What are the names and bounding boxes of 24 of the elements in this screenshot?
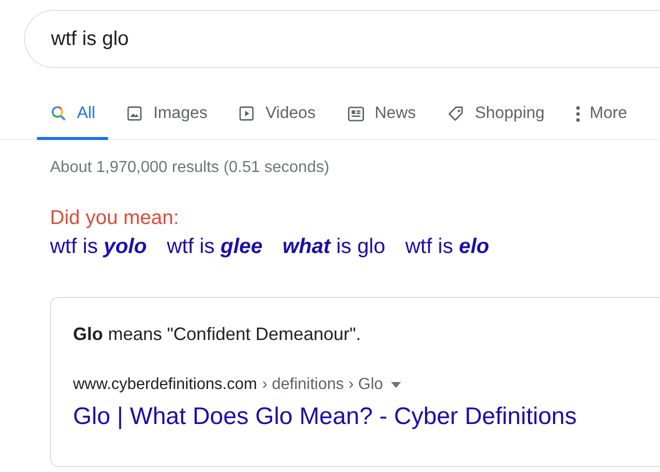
image-icon xyxy=(126,105,144,122)
tab[interactable]: Images xyxy=(113,90,220,140)
tab[interactable]: More xyxy=(562,90,640,140)
tab[interactable]: Videos xyxy=(225,90,329,140)
breadcrumb-path: › definitions › Glo xyxy=(262,375,384,395)
snippet-text: Glo means "Confident Demeanour". xyxy=(73,323,362,346)
result-stats: About 1,970,000 results (0.51 seconds) xyxy=(50,158,330,178)
tag-icon xyxy=(446,104,465,122)
suggestion-link[interactable]: wtf is yolo xyxy=(50,233,147,261)
play-icon xyxy=(238,105,256,122)
dots-icon xyxy=(576,106,580,122)
newspaper-icon xyxy=(346,106,365,122)
suggestion-link[interactable]: wtf is elo xyxy=(405,233,490,261)
suggestion-link[interactable]: what is glo xyxy=(282,233,386,261)
search-field[interactable]: wtf is glo xyxy=(24,10,660,68)
tab[interactable]: News xyxy=(334,90,429,140)
tab[interactable]: All xyxy=(37,90,108,140)
tab[interactable]: Shopping xyxy=(434,90,558,140)
suggestion-link[interactable]: wtf is glee xyxy=(166,233,263,261)
site-url: www.cyberdefinitions.com xyxy=(73,375,258,395)
search-icon xyxy=(50,105,67,122)
caret-icon[interactable] xyxy=(391,382,402,388)
result-title-link[interactable]: Glo | What Does Glo Mean? - Cyber Definitions xyxy=(73,402,577,432)
did-you-mean-label: Did you mean: xyxy=(50,206,180,231)
